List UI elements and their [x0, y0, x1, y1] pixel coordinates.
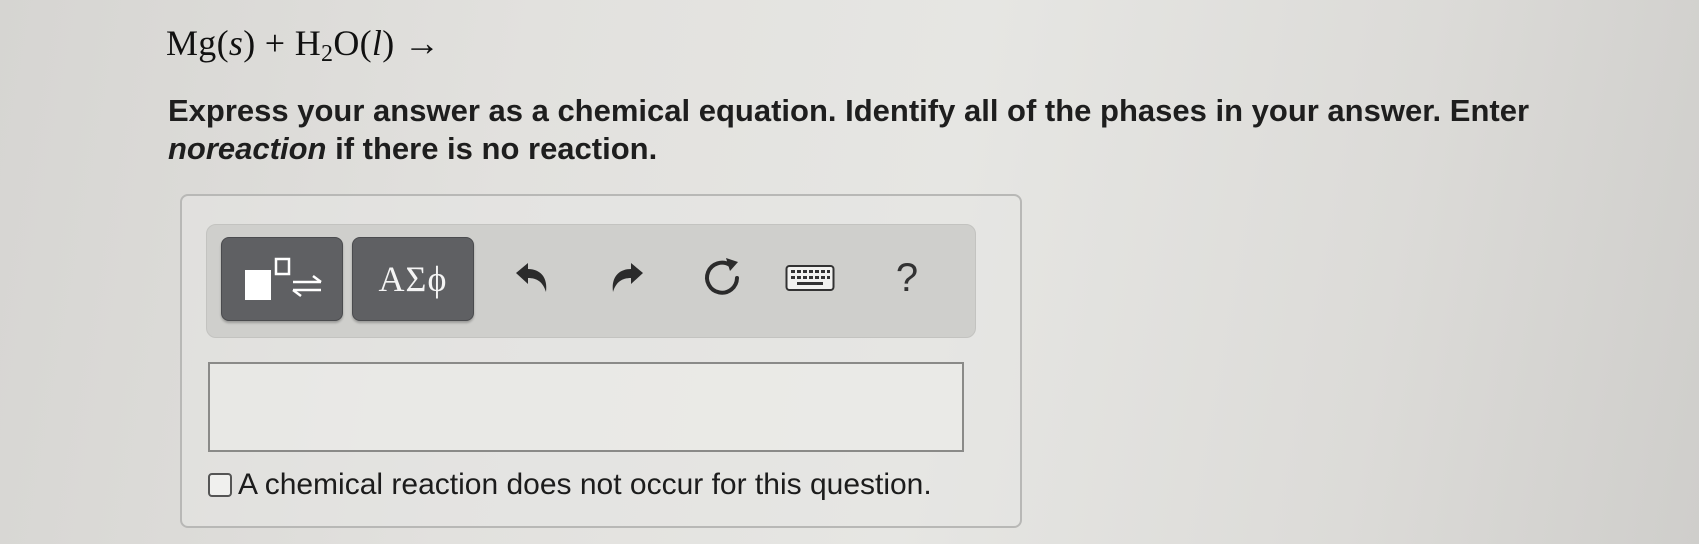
- reaction-equation: Mg(s) + H2O(l) →: [166, 22, 441, 67]
- no-reaction-label: A chemical reaction does not occur for t…: [238, 468, 932, 501]
- templates-button[interactable]: [221, 237, 343, 321]
- no-reaction-option[interactable]: A chemical reaction does not occur for t…: [208, 468, 932, 502]
- equation-phase-l: l: [371, 23, 383, 63]
- equation-o: O(: [333, 23, 372, 63]
- instructions-tail: if there is no reaction.: [326, 131, 658, 166]
- undo-button[interactable]: [507, 253, 557, 303]
- equation-mg: Mg(: [166, 23, 229, 63]
- equation-plus-h: ) + H: [243, 23, 322, 63]
- instructions-keyword: noreaction: [168, 131, 327, 166]
- templates-icon: [245, 257, 322, 300]
- keyboard-icon: [785, 265, 835, 291]
- help-icon: ?: [895, 255, 919, 300]
- answer-panel: AΣϕ ? A chemical reaction does not occur…: [180, 194, 1022, 528]
- undo-icon: [516, 263, 547, 292]
- reset-icon: [705, 258, 739, 295]
- instructions-main: Express your answer as a chemical equati…: [168, 93, 1530, 128]
- no-reaction-checkbox[interactable]: [208, 473, 232, 497]
- keyboard-button[interactable]: [785, 253, 835, 303]
- redo-icon: [612, 263, 643, 292]
- equation-phase-s: s: [228, 23, 244, 63]
- instructions-text: Express your answer as a chemical equati…: [168, 92, 1628, 168]
- equation-subscript: 2: [321, 41, 334, 67]
- help-button[interactable]: ?: [882, 253, 932, 303]
- equation-arrow: ) →: [382, 23, 441, 63]
- answer-input[interactable]: [208, 362, 964, 452]
- math-toolbar: AΣϕ ?: [206, 224, 976, 338]
- redo-button[interactable]: [602, 253, 652, 303]
- greek-symbols-button[interactable]: AΣϕ: [352, 237, 474, 321]
- greek-symbols-label: AΣϕ: [378, 259, 448, 299]
- reset-button[interactable]: [697, 253, 747, 303]
